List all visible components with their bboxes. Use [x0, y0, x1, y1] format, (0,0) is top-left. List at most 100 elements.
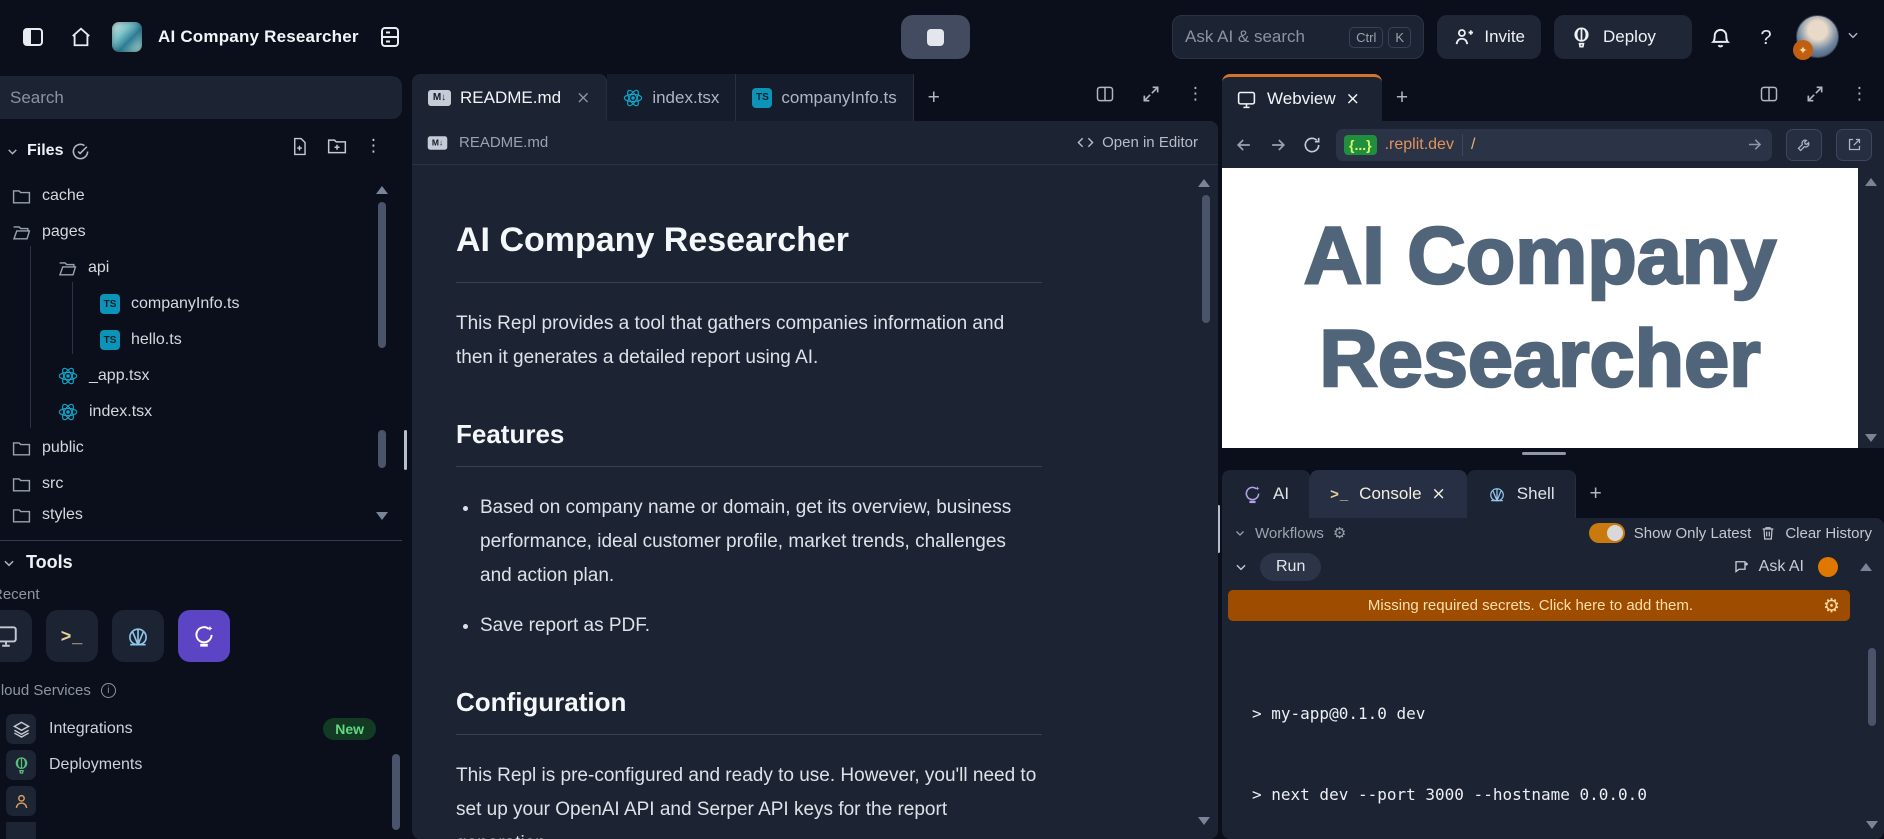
shell-tool-button[interactable] — [112, 610, 164, 662]
webview-kebab-menu-icon[interactable]: ⋮ — [1851, 84, 1868, 104]
notifications-button[interactable] — [1702, 20, 1738, 56]
new-file-icon[interactable] — [290, 137, 309, 156]
sidebar-item-integrations[interactable]: Integrations New — [0, 712, 396, 746]
expand-icon[interactable] — [1805, 84, 1825, 104]
avatar[interactable]: ✦ — [1796, 15, 1839, 58]
webview-scroll-up[interactable] — [1865, 178, 1877, 186]
workspace-layout-button[interactable] — [373, 20, 407, 54]
webview-scrollbar[interactable] — [1858, 168, 1884, 448]
show-only-latest-toggle[interactable] — [1589, 523, 1625, 543]
search-input[interactable] — [0, 76, 402, 119]
file-row-public[interactable]: public — [0, 430, 372, 466]
tree-scroll-up[interactable] — [376, 186, 388, 194]
deploy-button[interactable]: Deploy — [1554, 15, 1692, 59]
editor-scroll-up[interactable] — [1198, 179, 1210, 187]
files-kebab-menu-icon[interactable]: ⋮ — [365, 136, 382, 156]
clear-history-button[interactable]: Clear History — [1785, 525, 1872, 542]
sidebar-resize-handle[interactable] — [404, 430, 407, 470]
editor-scrollbar-thumb[interactable] — [1202, 195, 1210, 323]
sidebar-item-authentication[interactable] — [0, 784, 396, 818]
console-scroll-down[interactable] — [1866, 821, 1878, 829]
editor-kebab-menu-icon[interactable]: ⋮ — [1187, 84, 1204, 104]
url-input[interactable]: {...} .replit.dev / — [1336, 129, 1772, 161]
url-divider — [1462, 134, 1463, 156]
close-icon[interactable]: × — [1432, 484, 1446, 504]
deployments-label: Deployments — [49, 756, 142, 774]
invite-button[interactable]: Invite — [1437, 15, 1541, 59]
chevron-down-icon[interactable] — [1234, 560, 1248, 574]
chevron-down-icon[interactable] — [1234, 527, 1246, 539]
secrets-gear-icon[interactable]: ⚙ — [1823, 595, 1840, 617]
new-folder-icon[interactable] — [327, 136, 347, 156]
new-tab-button[interactable]: + — [1576, 470, 1616, 518]
tab-companyinfo[interactable]: TS companyInfo.ts — [736, 74, 913, 121]
file-row-hello[interactable]: TS hello.ts — [0, 322, 372, 358]
tab-ai[interactable]: AI — [1222, 470, 1310, 518]
markdown-icon: M↓ — [428, 90, 451, 106]
close-icon[interactable]: × — [1346, 89, 1360, 109]
file-row-companyinfo[interactable]: TS companyInfo.ts — [0, 286, 372, 322]
file-check-icon[interactable] — [71, 142, 90, 161]
refresh-icon[interactable] — [1302, 135, 1322, 155]
integrations-label: Integrations — [49, 720, 133, 738]
tools-header[interactable]: Tools — [2, 552, 73, 573]
console-scroll-up[interactable] — [1860, 563, 1872, 571]
sidebar-toggle-button[interactable] — [16, 20, 50, 54]
chevron-down-icon[interactable] — [6, 145, 19, 158]
file-row-pages[interactable]: pages — [0, 214, 372, 250]
run-workflow-button[interactable]: Run — [1260, 553, 1321, 581]
webview-tool-button[interactable] — [0, 610, 32, 662]
editor-scroll-down[interactable] — [1198, 817, 1210, 825]
sidebar-scrollbar-thumb[interactable] — [392, 754, 400, 830]
file-row-app-tsx[interactable]: _app.tsx — [0, 358, 372, 394]
new-tab-button[interactable]: + — [1382, 74, 1422, 121]
forward-icon[interactable] — [1268, 135, 1288, 155]
open-external-button[interactable] — [1836, 129, 1872, 161]
console-scrollbar-thumb[interactable] — [1868, 648, 1876, 726]
help-button[interactable]: ? — [1750, 20, 1782, 56]
file-row-src[interactable]: src — [0, 466, 372, 502]
tab-console[interactable]: >_ Console × — [1310, 470, 1467, 518]
open-in-editor-button[interactable]: Open in Editor — [1077, 134, 1204, 151]
tab-webview[interactable]: Webview × — [1222, 74, 1382, 121]
expand-icon[interactable] — [1141, 84, 1161, 104]
tab-label: index.tsx — [652, 88, 719, 108]
console-tool-button[interactable]: >_ — [46, 610, 98, 662]
webview-content[interactable]: AI Company Researcher — [1222, 168, 1858, 448]
split-pane-icon[interactable] — [1095, 84, 1115, 104]
file-row-cache[interactable]: cache — [0, 178, 372, 214]
stop-run-button[interactable] — [901, 15, 970, 59]
tab-index-tsx[interactable]: index.tsx — [607, 74, 736, 121]
sidebar-item-partial[interactable] — [0, 822, 396, 839]
ai-agent-tool-button[interactable] — [178, 610, 230, 662]
file-row-styles[interactable]: styles — [0, 502, 372, 528]
devtools-button[interactable] — [1786, 129, 1822, 161]
url-badge: {...} — [1344, 135, 1377, 155]
new-tab-button[interactable]: + — [914, 74, 954, 121]
account-menu-chevron[interactable] — [1846, 28, 1860, 42]
sidebar-item-deployments[interactable]: Deployments — [0, 748, 396, 782]
file-row-api[interactable]: api — [0, 250, 372, 286]
close-icon[interactable]: × — [576, 88, 590, 108]
deployments-icon — [12, 756, 31, 775]
console-ask-ai-button[interactable]: Ask AI — [1733, 558, 1804, 576]
seashell-icon — [125, 623, 151, 649]
home-button[interactable] — [64, 20, 98, 54]
file-label: styles — [42, 506, 83, 524]
divider — [456, 466, 1042, 467]
split-pane-icon[interactable] — [1759, 84, 1779, 104]
tree-scrollbar-thumb[interactable] — [378, 430, 386, 468]
tab-readme[interactable]: M↓ README.md × — [412, 74, 607, 121]
webview-scroll-down[interactable] — [1865, 434, 1877, 442]
file-label: _app.tsx — [89, 367, 149, 385]
missing-secrets-banner[interactable]: Missing required secrets. Click here to … — [1228, 590, 1850, 621]
tree-scrollbar-thumb[interactable] — [378, 202, 386, 348]
trash-icon[interactable] — [1760, 525, 1776, 541]
tab-shell[interactable]: Shell — [1467, 470, 1576, 518]
workflows-gear-icon[interactable]: ⚙ — [1333, 524, 1346, 542]
file-row-index-tsx[interactable]: index.tsx — [0, 394, 372, 430]
go-icon[interactable] — [1745, 135, 1764, 154]
ask-ai-search-button[interactable]: Ask AI & search Ctrl K — [1172, 15, 1424, 59]
tree-scroll-down[interactable] — [376, 512, 388, 520]
back-icon[interactable] — [1234, 135, 1254, 155]
